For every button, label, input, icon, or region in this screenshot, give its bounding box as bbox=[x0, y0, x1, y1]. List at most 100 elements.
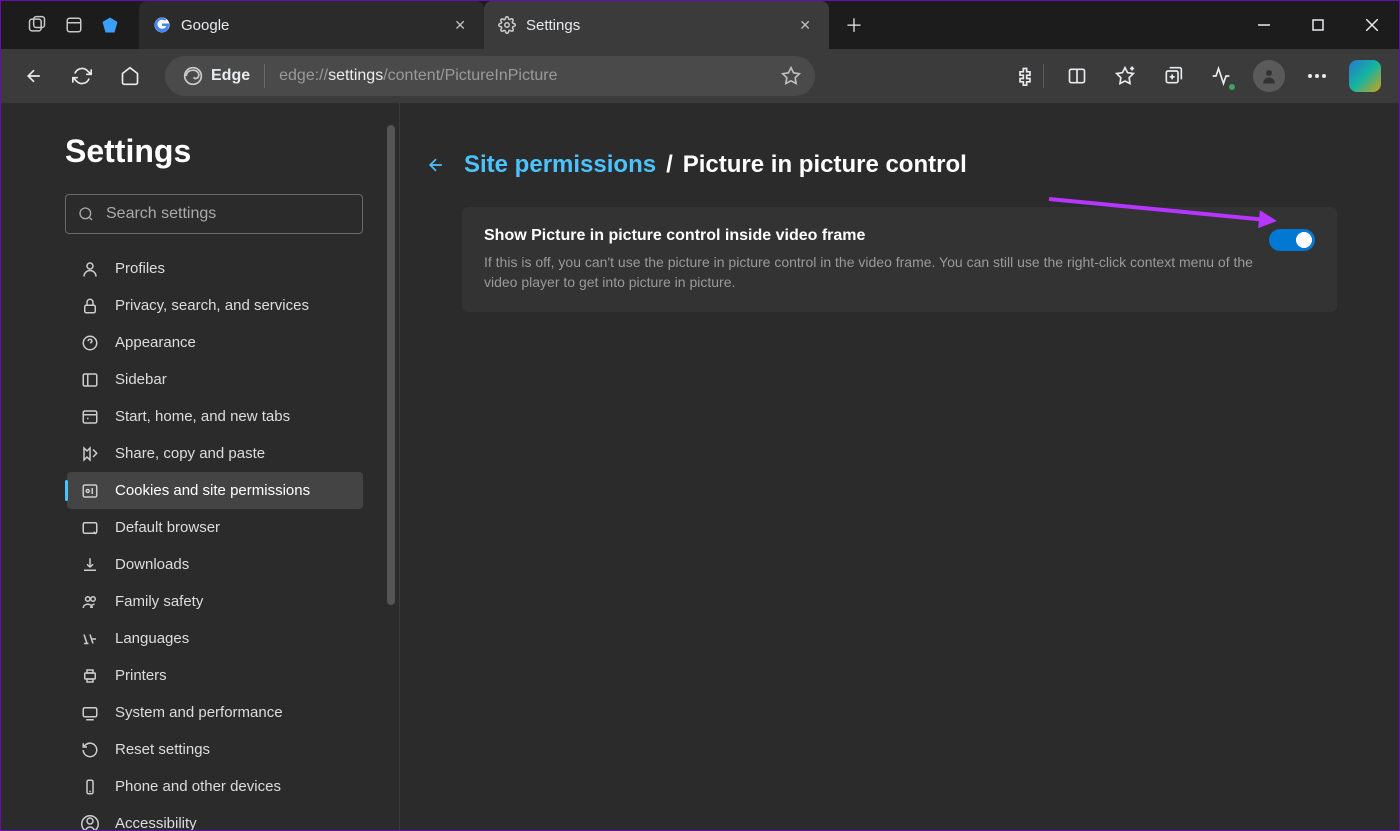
nav-item-icon bbox=[81, 778, 99, 796]
nav-item-label: Share, copy and paste bbox=[115, 445, 265, 462]
sidebar-title: Settings bbox=[1, 133, 399, 186]
window-controls bbox=[1237, 1, 1399, 49]
avatar-icon bbox=[1253, 60, 1285, 92]
nav-item-label: Downloads bbox=[115, 556, 189, 573]
minimize-button[interactable] bbox=[1237, 1, 1291, 49]
sidebar-item[interactable]: Languages bbox=[67, 620, 363, 657]
nav-item-icon bbox=[81, 334, 99, 352]
nav-item-label: Default browser bbox=[115, 519, 220, 536]
nav-item-icon bbox=[81, 408, 99, 426]
tab-strip: Google ✕ Settings ✕ ＋ bbox=[139, 1, 1237, 49]
rewards-icon[interactable] bbox=[101, 16, 119, 34]
breadcrumb-current: Picture in picture control bbox=[683, 151, 967, 179]
sidebar-item[interactable]: Accessibility bbox=[67, 805, 363, 830]
search-input[interactable]: Search settings bbox=[65, 194, 363, 234]
split-screen-button[interactable] bbox=[1055, 54, 1099, 98]
sidebar-item[interactable]: Privacy, search, and services bbox=[67, 287, 363, 324]
back-button[interactable] bbox=[13, 55, 55, 97]
sidebar-item[interactable]: Downloads bbox=[67, 546, 363, 583]
nav-item-icon bbox=[81, 593, 99, 611]
nav-item-label: Sidebar bbox=[115, 371, 167, 388]
maximize-button[interactable] bbox=[1291, 1, 1345, 49]
site-label: Edge bbox=[211, 67, 250, 85]
sidebar-item[interactable]: Sidebar bbox=[67, 361, 363, 398]
sidebar-item[interactable]: Profiles bbox=[67, 250, 363, 287]
nav-item-icon bbox=[81, 704, 99, 722]
edge-icon bbox=[183, 66, 203, 86]
setting-description: If this is off, you can't use the pictur… bbox=[484, 253, 1269, 292]
google-favicon-icon bbox=[153, 16, 171, 34]
nav-item-icon bbox=[81, 630, 99, 648]
nav-item-label: Printers bbox=[115, 667, 167, 684]
toolbar: Edge edge://settings/content/PictureInPi… bbox=[1, 49, 1399, 103]
sidebar-item[interactable]: Family safety bbox=[67, 583, 363, 620]
tab-settings[interactable]: Settings ✕ bbox=[484, 1, 829, 49]
copilot-button[interactable] bbox=[1343, 54, 1387, 98]
nav-item-icon bbox=[81, 556, 99, 574]
search-placeholder: Search settings bbox=[106, 205, 216, 223]
nav-item-icon bbox=[81, 297, 99, 315]
copilot-icon bbox=[1349, 60, 1381, 92]
nav-item-label: Languages bbox=[115, 630, 189, 647]
favorite-star-icon[interactable] bbox=[775, 60, 807, 92]
sidebar-item[interactable]: Start, home, and new tabs bbox=[67, 398, 363, 435]
nav-item-icon bbox=[81, 260, 99, 278]
content-area: Settings Search settings Profiles Privacy… bbox=[1, 103, 1399, 830]
settings-sidebar: Settings Search settings Profiles Privacy… bbox=[1, 103, 399, 830]
sidebar-item[interactable]: Cookies and site permissions bbox=[67, 472, 363, 509]
home-button[interactable] bbox=[109, 55, 151, 97]
nav-item-icon bbox=[81, 519, 99, 537]
sidebar-item[interactable]: System and performance bbox=[67, 694, 363, 731]
nav-item-label: Privacy, search, and services bbox=[115, 297, 309, 314]
url-text: edge://settings/content/PictureInPicture bbox=[279, 67, 557, 85]
close-window-button[interactable] bbox=[1345, 1, 1399, 49]
sidebar-item[interactable]: Share, copy and paste bbox=[67, 435, 363, 472]
nav-item-label: Accessibility bbox=[115, 815, 197, 830]
main-panel: Site permissions / Picture in picture co… bbox=[399, 103, 1399, 830]
nav-item-label: Start, home, and new tabs bbox=[115, 408, 290, 425]
search-icon bbox=[78, 206, 94, 222]
browser-essentials-button[interactable] bbox=[1199, 54, 1243, 98]
gear-icon bbox=[498, 16, 516, 34]
vertical-tabs-icon[interactable] bbox=[65, 16, 83, 34]
nav-item-label: Phone and other devices bbox=[115, 778, 281, 795]
extensions-button[interactable] bbox=[1007, 54, 1051, 98]
address-bar[interactable]: Edge edge://settings/content/PictureInPi… bbox=[165, 56, 815, 96]
titlebar: Google ✕ Settings ✕ ＋ bbox=[1, 1, 1399, 49]
sidebar-item[interactable]: Default browser bbox=[67, 509, 363, 546]
nav-item-label: System and performance bbox=[115, 704, 283, 721]
nav-item-label: Cookies and site permissions bbox=[115, 482, 310, 499]
close-icon[interactable]: ✕ bbox=[450, 13, 470, 38]
tab-google[interactable]: Google ✕ bbox=[139, 1, 484, 49]
tab-actions-icon[interactable] bbox=[27, 15, 47, 35]
profile-button[interactable] bbox=[1247, 54, 1291, 98]
tab-label: Settings bbox=[526, 17, 580, 34]
setting-title: Show Picture in picture control inside v… bbox=[484, 227, 1269, 245]
nav-item-icon bbox=[81, 741, 99, 759]
divider bbox=[264, 64, 265, 88]
pip-toggle[interactable] bbox=[1269, 229, 1315, 251]
sidebar-item[interactable]: Reset settings bbox=[67, 731, 363, 768]
nav-item-label: Appearance bbox=[115, 334, 196, 351]
breadcrumb-sep: / bbox=[664, 151, 675, 179]
more-button[interactable] bbox=[1295, 54, 1339, 98]
scrollbar[interactable] bbox=[387, 125, 395, 605]
nav-item-icon bbox=[81, 482, 99, 500]
sidebar-item[interactable]: Appearance bbox=[67, 324, 363, 361]
breadcrumb-link[interactable]: Site permissions bbox=[464, 151, 656, 179]
back-arrow-icon[interactable] bbox=[426, 155, 456, 175]
sidebar-item[interactable]: Phone and other devices bbox=[67, 768, 363, 805]
new-tab-button[interactable]: ＋ bbox=[829, 1, 879, 49]
collections-button[interactable] bbox=[1151, 54, 1195, 98]
favorites-button[interactable] bbox=[1103, 54, 1147, 98]
nav-item-label: Profiles bbox=[115, 260, 165, 277]
refresh-button[interactable] bbox=[61, 55, 103, 97]
tab-label: Google bbox=[181, 17, 229, 34]
sidebar-item[interactable]: Printers bbox=[67, 657, 363, 694]
nav-item-label: Reset settings bbox=[115, 741, 210, 758]
breadcrumb: Site permissions / Picture in picture co… bbox=[426, 151, 1337, 179]
site-identity[interactable]: Edge bbox=[183, 66, 264, 86]
nav-item-icon bbox=[81, 371, 99, 389]
close-icon[interactable]: ✕ bbox=[795, 13, 815, 38]
nav-item-icon bbox=[81, 667, 99, 685]
